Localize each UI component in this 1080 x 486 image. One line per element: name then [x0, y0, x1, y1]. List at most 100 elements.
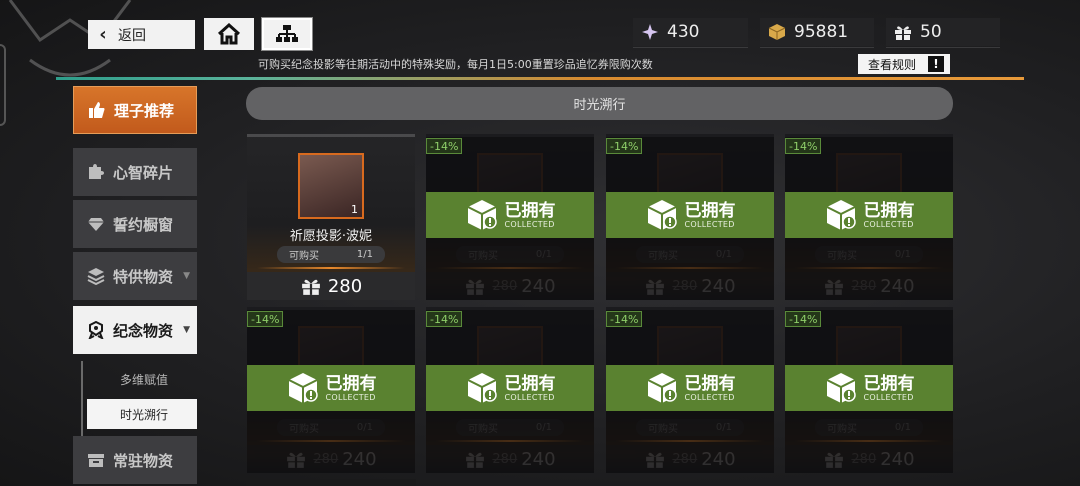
- next-row-peek: [246, 479, 416, 486]
- sidebar-subitem-time-travel[interactable]: 时光溯行: [87, 399, 197, 429]
- sidebar-item-special-supply[interactable]: 特供物资 ▼: [73, 252, 197, 300]
- limit-label: 可购买: [289, 251, 319, 262]
- owned-label: 已拥有: [325, 373, 377, 394]
- owned-label: 已拥有: [504, 200, 556, 221]
- rules-label: 查看规则: [868, 57, 917, 72]
- cube-icon: [768, 24, 786, 40]
- thumbs-up-icon: [89, 102, 105, 118]
- product-card[interactable]: 可购买0/1280240已拥有COLLECTED-14%: [426, 134, 594, 300]
- sitemap-icon: [276, 25, 298, 42]
- product-card[interactable]: 可购买0/1280240已拥有COLLECTED-14%: [785, 134, 953, 300]
- sidebar-item-oath[interactable]: 誓约橱窗: [73, 200, 197, 248]
- sidebar-label: 誓约橱窗: [113, 215, 174, 234]
- edge-tab[interactable]: [0, 44, 6, 126]
- gift-icon: [301, 279, 320, 295]
- character-portrait: 1: [298, 153, 364, 219]
- collected-box-icon: [467, 373, 497, 403]
- chevron-left-icon: ‹: [99, 24, 107, 45]
- crystal-icon: [642, 24, 658, 40]
- section-title: 时光溯行: [573, 98, 626, 113]
- home-button[interactable]: [204, 18, 254, 50]
- product-card[interactable]: 可购买0/1280240已拥有COLLECTED-14%: [247, 307, 415, 473]
- sidebar-label: 理子推荐: [114, 101, 175, 120]
- discount-badge: -14%: [785, 138, 822, 154]
- subitem-label: 多维赋值: [120, 372, 169, 387]
- gift-icon: [895, 26, 911, 40]
- home-icon: [217, 23, 241, 45]
- sitemap-button[interactable]: [261, 17, 313, 51]
- gift-amount: 50: [920, 22, 942, 42]
- discount-badge: -14%: [247, 311, 284, 327]
- product-card[interactable]: 可购买0/1280240已拥有COLLECTED-14%: [606, 134, 774, 300]
- cube-amount: 95881: [794, 22, 849, 42]
- product-card[interactable]: 可购买0/1280240已拥有COLLECTED-14%: [426, 307, 594, 473]
- owned-label: 已拥有: [863, 200, 915, 221]
- limit-value: 1/1: [356, 249, 373, 260]
- owned-banner: 已拥有 COLLECTED: [247, 365, 415, 411]
- notice-text: 可购买纪念投影等往期活动中的特殊奖励，每月1日5:00重置珍品追忆券限购次数: [258, 58, 653, 71]
- crystal-amount: 430: [667, 22, 700, 42]
- collected-box-icon: [826, 373, 856, 403]
- sidebar-label: 特供物资: [113, 267, 174, 286]
- item-name: 祈愿投影·波妮: [289, 229, 373, 244]
- caret-down-icon: ▼: [183, 325, 190, 335]
- sidebar-label: 纪念物资: [113, 321, 174, 340]
- owned-banner: 已拥有 COLLECTED: [606, 192, 774, 238]
- back-button[interactable]: ‹ 返回: [88, 20, 195, 49]
- sidebar-item-permanent[interactable]: 常驻物资: [73, 436, 197, 484]
- sidebar-item-memorial[interactable]: 纪念物资 ▼: [73, 306, 197, 354]
- sidebar-item-fragments[interactable]: 心智碎片: [73, 148, 197, 196]
- collected-box-icon: [288, 373, 318, 403]
- shop-screen: ‹ 返回 430 95881 50 可购买纪念投影等往期活动中的特殊奖励，每月1…: [0, 0, 1080, 486]
- view-rules-button[interactable]: 查看规则 !: [858, 54, 950, 74]
- product-card[interactable]: 1 祈愿投影·波妮可购买 1/1 280: [247, 134, 415, 300]
- owned-banner: 已拥有 COLLECTED: [606, 365, 774, 411]
- owned-label-en: COLLECTED: [504, 392, 555, 402]
- cube-currency[interactable]: 95881: [760, 18, 874, 48]
- owned-label-en: COLLECTED: [684, 219, 735, 229]
- collected-box-icon: [647, 200, 677, 230]
- exclamation-icon: !: [928, 56, 944, 72]
- subitem-label: 时光溯行: [120, 407, 169, 422]
- sidebar-label: 心智碎片: [113, 163, 174, 182]
- price-value: 280: [327, 275, 363, 297]
- owned-banner: 已拥有 COLLECTED: [785, 192, 953, 238]
- owned-label: 已拥有: [684, 373, 736, 394]
- owned-label-en: COLLECTED: [863, 219, 914, 229]
- owned-label-en: COLLECTED: [863, 392, 914, 402]
- collected-box-icon: [647, 373, 677, 403]
- box-icon: [88, 454, 104, 467]
- puzzle-icon: [89, 164, 104, 179]
- discount-badge: -14%: [785, 311, 822, 327]
- owned-banner: 已拥有 COLLECTED: [426, 192, 594, 238]
- discount-badge: -14%: [606, 138, 643, 154]
- badge-icon: [88, 321, 104, 339]
- owned-label: 已拥有: [684, 200, 736, 221]
- owned-label-en: COLLECTED: [325, 392, 376, 402]
- card-top-bar: [247, 134, 415, 137]
- diamond-icon: [88, 218, 104, 231]
- owned-label-en: COLLECTED: [504, 219, 555, 229]
- back-label: 返回: [118, 27, 146, 44]
- collected-box-icon: [467, 200, 497, 230]
- product-card[interactable]: 可购买0/1280240已拥有COLLECTED-14%: [785, 307, 953, 473]
- owned-label: 已拥有: [504, 373, 556, 394]
- gift-currency[interactable]: 50: [886, 18, 1000, 48]
- price-bar: 280: [247, 272, 415, 300]
- discount-badge: -14%: [426, 311, 463, 327]
- product-card[interactable]: 可购买0/1280240已拥有COLLECTED-14%: [606, 307, 774, 473]
- crystal-currency[interactable]: 430: [633, 18, 748, 48]
- discount-badge: -14%: [426, 138, 463, 154]
- card-glow: [257, 267, 405, 269]
- section-header: 时光溯行: [246, 87, 953, 120]
- discount-badge: -14%: [606, 311, 643, 327]
- item-quantity: 1: [351, 203, 358, 216]
- layers-icon: [87, 268, 105, 285]
- owned-label-en: COLLECTED: [684, 392, 735, 402]
- sidebar-item-recommend[interactable]: 理子推荐: [73, 86, 197, 134]
- owned-label: 已拥有: [863, 373, 915, 394]
- caret-down-icon: ▼: [183, 271, 190, 281]
- owned-banner: 已拥有 COLLECTED: [785, 365, 953, 411]
- sidebar-subitem-multi-dimension[interactable]: 多维赋值: [87, 364, 197, 394]
- sidebar-label: 常驻物资: [113, 451, 174, 470]
